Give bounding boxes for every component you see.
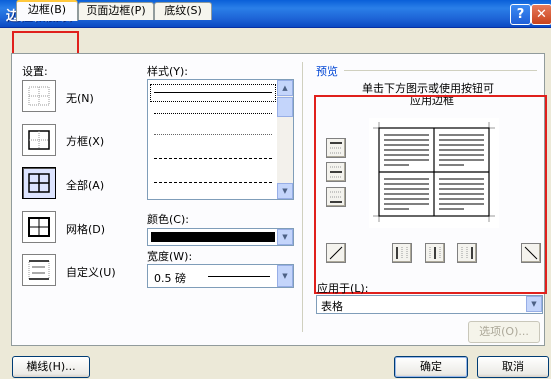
help-button[interactable]: ? [510, 4, 531, 25]
chevron-down-icon[interactable]: ▼ [526, 296, 542, 312]
diagonal-down-icon [524, 246, 538, 260]
tab-label: 页面边框(P) [86, 4, 146, 17]
cancel-button[interactable]: 取消 [477, 356, 549, 378]
style-option-dotted[interactable] [154, 113, 272, 114]
style-selected-option[interactable] [150, 84, 276, 102]
border-custom-icon [28, 260, 50, 280]
border-grid-icon [28, 217, 50, 237]
style-label: 样式(Y): [147, 65, 189, 78]
border-top-icon [330, 142, 342, 154]
style-option-dashed[interactable] [154, 158, 272, 159]
tab-label: 边框(B) [27, 3, 67, 16]
border-right-icon [461, 247, 473, 259]
setting-box-button[interactable] [22, 124, 56, 156]
tab-shading[interactable]: 底纹(S) [154, 2, 212, 20]
border-none-icon [28, 86, 50, 106]
ok-button[interactable]: 确定 [394, 356, 468, 378]
setting-all-button[interactable] [22, 167, 56, 199]
apply-to-label: 应用于(L): [317, 282, 369, 295]
tab-label: 底纹(S) [164, 4, 202, 17]
preview-diagram[interactable] [369, 118, 499, 228]
tab-page-borders[interactable]: 页面边框(P) [78, 2, 154, 20]
inside-vertical-border-button[interactable] [425, 243, 445, 263]
border-box-icon [28, 130, 50, 150]
style-option-dash-dot[interactable] [154, 182, 272, 183]
width-dropdown[interactable]: 0.5 磅 ▼ [147, 264, 294, 288]
top-border-button[interactable] [326, 138, 346, 158]
bottom-border-button[interactable] [326, 187, 346, 207]
close-button[interactable]: ✕ [531, 4, 551, 25]
setting-none-label: 无(N) [66, 92, 94, 105]
settings-heading: 设置: [22, 65, 48, 78]
style-option-dotted-fine[interactable] [154, 134, 272, 135]
right-border-button[interactable] [457, 243, 477, 263]
border-inside-horizontal-icon [330, 166, 342, 178]
chevron-down-icon[interactable]: ▼ [277, 265, 293, 287]
style-scrollbar[interactable]: ▲ ▼ [277, 80, 293, 199]
border-inside-vertical-icon [429, 247, 441, 259]
border-all-icon [28, 173, 50, 193]
style-listbox[interactable]: ▲ ▼ [147, 79, 294, 200]
color-dropdown[interactable]: ▼ [147, 228, 294, 246]
options-button[interactable]: 选项(O)... [468, 321, 540, 343]
style-option-solid[interactable] [154, 92, 272, 93]
diagonal-down-border-button[interactable] [326, 243, 346, 263]
apply-to-value: 表格 [321, 300, 343, 313]
color-label: 颜色(C): [147, 213, 189, 226]
width-value: 0.5 磅 [154, 272, 186, 285]
apply-to-dropdown[interactable]: 表格 ▼ [316, 295, 543, 314]
scroll-down-icon[interactable]: ▼ [277, 183, 293, 199]
width-label: 宽度(W): [147, 250, 193, 263]
left-border-button[interactable] [392, 243, 412, 263]
setting-custom-button[interactable] [22, 254, 56, 286]
setting-custom-label: 自定义(U) [66, 266, 116, 279]
setting-grid-button[interactable] [22, 211, 56, 243]
column-divider [302, 62, 303, 332]
border-bottom-icon [330, 191, 342, 203]
horizontal-line-button[interactable]: 横线(H)... [12, 356, 90, 378]
preview-group-line [344, 70, 537, 71]
width-line-sample [208, 276, 270, 277]
setting-all-label: 全部(A) [66, 179, 105, 192]
setting-grid-label: 网格(D) [66, 223, 106, 236]
scroll-up-icon[interactable]: ▲ [277, 80, 293, 96]
diagonal-up-border-button[interactable] [521, 243, 541, 263]
preview-heading: 预览 [316, 65, 338, 78]
setting-box-label: 方框(X) [66, 135, 105, 148]
color-swatch [151, 232, 275, 242]
diagonal-up-icon [329, 246, 343, 260]
setting-none-button[interactable] [22, 80, 56, 112]
border-left-icon [396, 247, 408, 259]
scroll-thumb[interactable] [277, 97, 293, 117]
inside-horizontal-border-button[interactable] [326, 162, 346, 182]
table-preview-icon [373, 122, 495, 222]
chevron-down-icon[interactable]: ▼ [277, 229, 293, 245]
tab-borders[interactable]: 边框(B) [16, 0, 78, 21]
